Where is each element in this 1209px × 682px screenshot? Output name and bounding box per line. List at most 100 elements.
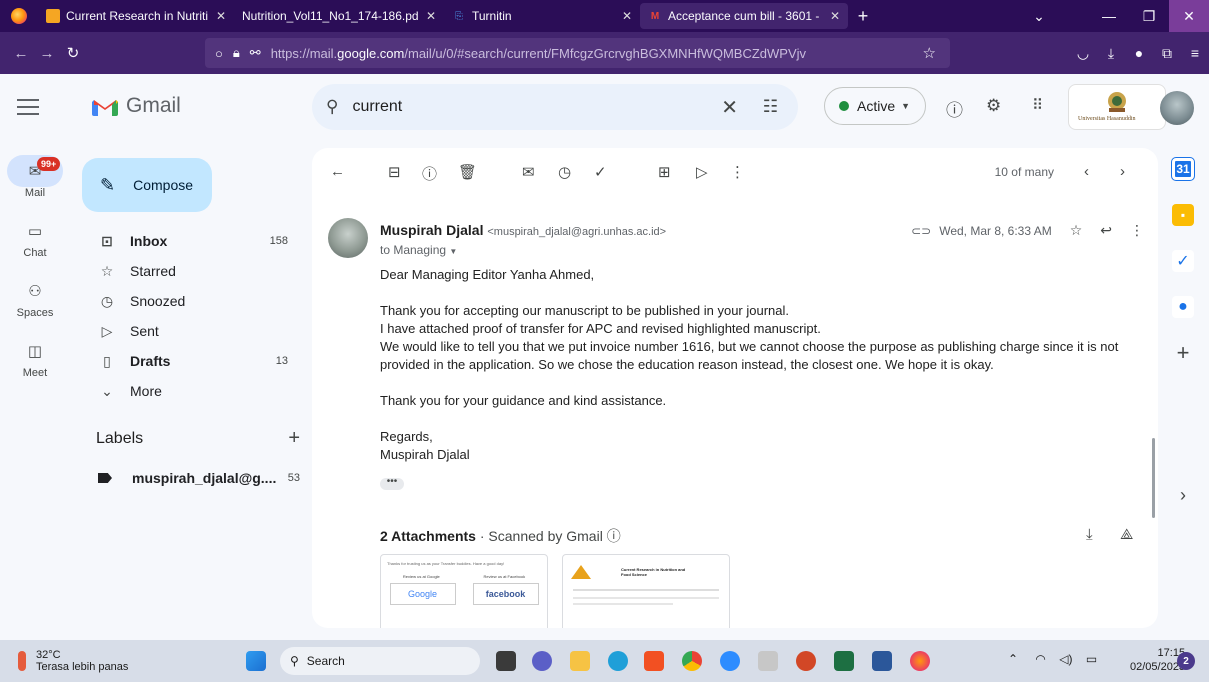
show-side-panel-icon[interactable]: ›	[1172, 484, 1194, 506]
tab-nutrition-pdf[interactable]: Nutrition_Vol11_No1_174-186.pdf ✕	[234, 0, 444, 32]
edge-icon[interactable]	[608, 651, 628, 671]
nav-inbox[interactable]: ⊡ Inbox 158	[82, 226, 302, 256]
star-message-icon[interactable]: ☆	[1070, 222, 1083, 239]
clear-search-icon[interactable]: ✕	[721, 95, 738, 120]
close-tab-icon[interactable]: ✕	[830, 9, 840, 23]
extensions-icon[interactable]: ⧉	[1153, 45, 1181, 62]
gmail-logo[interactable]: Gmail	[92, 94, 181, 118]
notification-badge[interactable]: 2	[1177, 652, 1195, 670]
close-tab-icon[interactable]: ✕	[216, 9, 226, 23]
store-icon[interactable]	[644, 651, 664, 671]
pocket-icon[interactable]: ◡	[1069, 45, 1097, 62]
list-all-tabs-icon[interactable]: ⌄	[1019, 0, 1059, 32]
bookmark-star-icon[interactable]: ☆	[923, 44, 936, 62]
task-view-icon[interactable]	[496, 651, 516, 671]
apps-grid-icon[interactable]: ⠿	[1032, 96, 1043, 114]
chrome-icon[interactable]	[682, 651, 702, 671]
close-tab-icon[interactable]: ✕	[622, 9, 632, 23]
calendar-icon[interactable]: 31	[1171, 157, 1195, 181]
search-icon[interactable]: ⚲	[326, 97, 338, 117]
nav-starred[interactable]: ☆ Starred	[82, 256, 302, 286]
volume-icon[interactable]: ◁)	[1059, 652, 1072, 666]
minimize-button[interactable]: —	[1089, 0, 1129, 32]
permissions-icon[interactable]: ⚯	[250, 45, 261, 61]
rail-meet[interactable]: ◫ Meet	[0, 335, 70, 395]
downloads-icon[interactable]: ⤓	[1097, 45, 1125, 62]
pen-tool-icon[interactable]	[758, 651, 778, 671]
organization-logo[interactable]: Universitas Hasanuddin	[1068, 84, 1166, 130]
word-icon[interactable]	[872, 651, 892, 671]
attachment-thumbnail-2[interactable]: Current Research in Nutrition and Food S…	[562, 554, 730, 628]
snooze-icon[interactable]: ◷	[558, 163, 571, 181]
tab-current-research[interactable]: Current Research in Nutrition ar ✕	[38, 0, 234, 32]
account-avatar[interactable]	[1160, 91, 1194, 125]
teams-icon[interactable]	[532, 651, 552, 671]
message-scrollbar[interactable]	[1152, 438, 1155, 518]
attachment-thumbnail-1[interactable]: Thanks for trusting us as your Transfer …	[380, 554, 548, 628]
message-more-icon[interactable]: ⋮	[1130, 222, 1144, 239]
windows-start-icon[interactable]	[246, 651, 266, 671]
add-to-drive-icon[interactable]: ⟁	[1120, 526, 1133, 543]
search-options-icon[interactable]: ☷	[763, 97, 778, 117]
tasks-icon[interactable]: ✓	[1172, 250, 1194, 272]
tab-acceptance-bill[interactable]: M Acceptance cum bill - 3601 - m ✕	[640, 3, 848, 29]
taskbar-search[interactable]: ⚲ Search	[280, 647, 480, 675]
label-icon[interactable]: ▷	[696, 163, 708, 181]
info-icon[interactable]: ⓘ	[607, 528, 621, 544]
reply-icon[interactable]: ↩	[1100, 222, 1112, 239]
new-tab-button[interactable]: +	[848, 6, 878, 27]
menu-icon[interactable]: ≡	[1181, 45, 1209, 61]
move-to-icon[interactable]: ⊞	[658, 163, 671, 181]
show-hidden-icons-icon[interactable]: ⌃	[1008, 652, 1018, 666]
tab-turnitin[interactable]: ⎘ Turnitin ✕	[444, 0, 640, 32]
back-to-search-icon[interactable]: ←	[330, 163, 345, 180]
battery-icon[interactable]: ▭	[1086, 652, 1097, 666]
back-arrow-icon[interactable]: ←	[8, 45, 34, 62]
close-tab-icon[interactable]: ✕	[426, 9, 436, 23]
newer-chevron-icon[interactable]: ‹	[1084, 163, 1089, 180]
contacts-icon[interactable]: ●	[1172, 296, 1194, 318]
settings-gear-icon[interactable]: ⚙	[986, 96, 1001, 116]
compose-button[interactable]: ✎ Compose	[82, 158, 212, 212]
account-icon[interactable]: ●	[1125, 45, 1153, 61]
forward-arrow-icon[interactable]: →	[34, 45, 60, 62]
mark-unread-icon[interactable]: ✉	[522, 163, 535, 181]
file-explorer-icon[interactable]	[570, 651, 590, 671]
firefox-menu-icon[interactable]	[0, 0, 38, 32]
tracking-shield-icon[interactable]: ○	[215, 46, 223, 61]
nav-drafts[interactable]: ▯ Drafts 13	[82, 346, 302, 376]
create-label-icon[interactable]: +	[288, 427, 300, 450]
keep-icon[interactable]: ▪	[1172, 204, 1194, 226]
show-trimmed-content-button[interactable]: •••	[380, 477, 404, 490]
excel-icon[interactable]	[834, 651, 854, 671]
firefox-icon[interactable]	[910, 651, 930, 671]
wifi-icon[interactable]: ◠	[1035, 652, 1045, 666]
rail-spaces[interactable]: ⚇ Spaces	[0, 275, 70, 335]
recipient-line[interactable]: to Managing ▼	[380, 243, 457, 257]
show-details-icon[interactable]: ▼	[449, 247, 457, 256]
nav-sent[interactable]: ▷ Sent	[82, 316, 302, 346]
label-item[interactable]: muspirah_djalal@g.... 53	[98, 470, 300, 486]
system-tray[interactable]: ⌃ ◠ ◁) ▭	[1008, 652, 1097, 666]
help-icon[interactable]: ⓘ	[946, 96, 963, 121]
older-chevron-icon[interactable]: ›	[1120, 163, 1125, 180]
lock-icon[interactable]: 🔒︎	[233, 45, 240, 61]
zoom-icon[interactable]	[720, 651, 740, 671]
status-dropdown[interactable]: Active ▼	[824, 87, 926, 125]
get-addons-icon[interactable]: +	[1172, 340, 1194, 365]
sender-avatar[interactable]	[328, 218, 368, 258]
rail-mail[interactable]: ✉ 99+ Mail	[0, 155, 70, 215]
reload-icon[interactable]: ↻	[60, 44, 86, 62]
weather-widget[interactable]: 32°C Terasa lebih panas	[18, 649, 128, 673]
restore-button[interactable]: ❐	[1129, 0, 1169, 32]
rail-chat[interactable]: ▭ Chat	[0, 215, 70, 275]
report-spam-icon[interactable]: ⓘ	[422, 163, 437, 184]
main-menu-icon[interactable]	[14, 94, 42, 122]
delete-icon[interactable]: 🗑︎	[458, 163, 477, 181]
download-all-icon[interactable]: ⤓	[1086, 526, 1093, 543]
nav-snoozed[interactable]: ◷ Snoozed	[82, 286, 302, 316]
powerpoint-icon[interactable]	[796, 651, 816, 671]
close-window-button[interactable]: ✕	[1169, 0, 1209, 32]
add-task-icon[interactable]: ✓	[594, 163, 607, 181]
url-bar[interactable]: ○ 🔒︎ ⚯ https://mail. google.com/mail/u/0/…	[205, 38, 950, 68]
